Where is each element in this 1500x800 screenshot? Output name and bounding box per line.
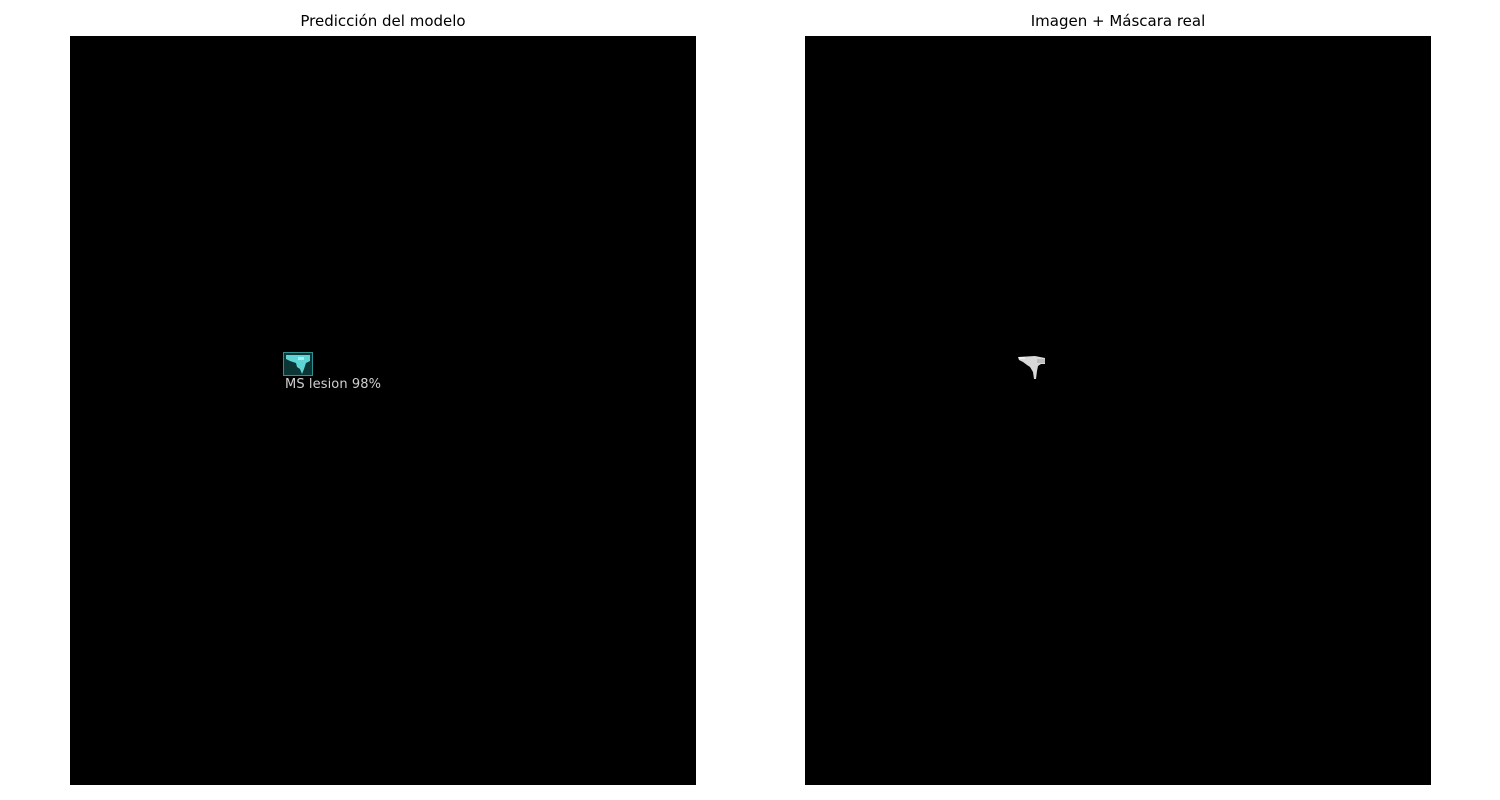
prediction-bounding-box xyxy=(283,352,313,376)
figure: Predicción del modelo Imagen + Máscara r… xyxy=(0,0,1500,800)
left-panel-title: Predicción del modelo xyxy=(300,12,466,30)
predicted-lesion-mask xyxy=(286,355,310,374)
prediction-label: MS lesion 98% xyxy=(285,377,382,392)
prediction-image: MS lesion 98% xyxy=(70,36,696,785)
right-panel-title: Imagen + Máscara real xyxy=(1030,12,1206,30)
ground-truth-image xyxy=(805,36,1431,785)
ground-truth-mask xyxy=(1017,355,1047,381)
